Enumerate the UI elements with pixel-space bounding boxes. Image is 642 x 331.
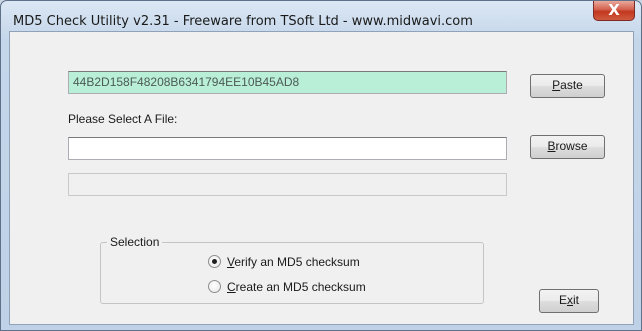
paste-mnemonic: P — [552, 78, 561, 92]
status-field — [68, 173, 507, 196]
close-button[interactable]: X — [593, 1, 635, 21]
exit-label-end: it — [573, 293, 579, 307]
paste-button[interactable]: Paste — [530, 74, 605, 98]
file-path-field[interactable] — [68, 137, 507, 160]
md5-checksum-field[interactable]: 44B2D158F48208B6341794EE10B45AD8 — [68, 71, 507, 94]
browse-label: rowse — [555, 139, 588, 153]
close-icon: X — [608, 1, 620, 19]
verify-option-label: erify an MD5 checksum — [234, 255, 360, 269]
select-file-label: Please Select A File: — [68, 112, 178, 126]
selection-group-title: Selection — [107, 235, 163, 249]
create-checksum-option[interactable]: Create an MD5 checksum — [208, 280, 366, 294]
paste-label: aste — [560, 78, 583, 92]
verify-radio-button[interactable] — [208, 255, 221, 269]
app-window: MD5 Check Utility v2.31 - Freeware from … — [0, 0, 642, 331]
exit-button[interactable]: Exit — [539, 289, 599, 313]
window-title: MD5 Check Utility v2.31 - Freeware from … — [13, 14, 473, 29]
create-option-label: reate an MD5 checksum — [235, 280, 366, 294]
selection-group: Selection Verify an MD5 checksum Create … — [100, 235, 484, 304]
create-mnemonic: C — [227, 280, 236, 294]
browse-button[interactable]: Browse — [530, 135, 605, 159]
exit-label-start: E — [558, 293, 567, 307]
create-radio-button[interactable] — [208, 280, 221, 294]
browse-mnemonic: B — [547, 139, 556, 153]
client-area: 44B2D158F48208B6341794EE10B45AD8 Paste P… — [9, 31, 634, 325]
verify-checksum-option[interactable]: Verify an MD5 checksum — [208, 255, 360, 269]
